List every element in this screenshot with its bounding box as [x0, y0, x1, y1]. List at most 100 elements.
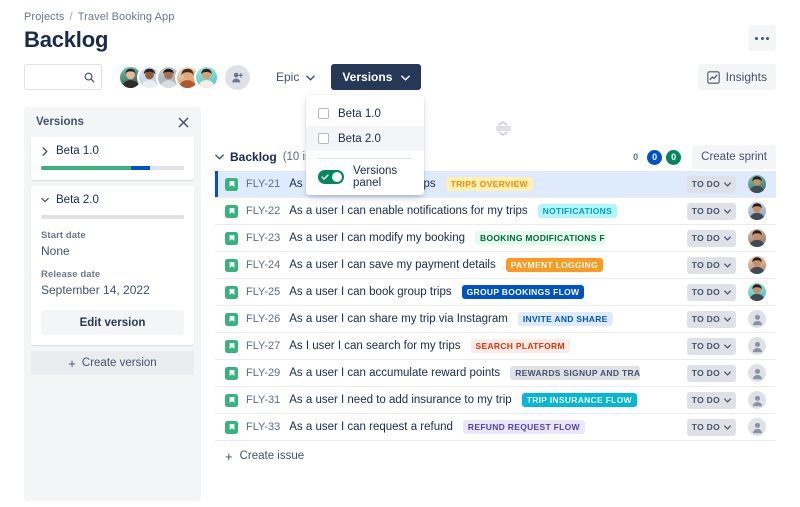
table-row[interactable]: FLY-24 As a user I can save my payment de…	[215, 252, 776, 279]
epic-tag[interactable]: TRIP INSURANCE FLOW	[521, 393, 637, 407]
create-sprint-button[interactable]: Create sprint	[692, 145, 776, 169]
epic-tag[interactable]: TRIPS OVERVIEW	[445, 177, 533, 191]
checkbox-icon[interactable]	[318, 133, 329, 144]
table-row[interactable]: FLY-29 As a user I can accumulate reward …	[215, 360, 776, 387]
avatar[interactable]	[748, 283, 766, 301]
table-row[interactable]: FLY-21As a user I can view my tripsTRIPS…	[215, 171, 776, 198]
status-dropdown[interactable]: TO DO	[686, 364, 736, 382]
avatar[interactable]	[748, 418, 766, 436]
chevron-right-icon[interactable]	[41, 146, 49, 156]
avatar[interactable]	[748, 175, 766, 193]
epic-tag[interactable]: NOTIFICATIONS	[537, 204, 618, 218]
chevron-down-icon[interactable]	[41, 197, 49, 203]
issue-key[interactable]: FLY-27	[246, 340, 280, 352]
chevron-down-icon	[724, 235, 731, 241]
person-plus-icon	[232, 72, 244, 82]
status-label: TO DO	[691, 233, 720, 243]
table-row[interactable]: FLY-31 As a user I need to add insurance …	[215, 387, 776, 414]
backlog-header-actions: 0 0 0 Create sprint	[624, 145, 776, 169]
status-dropdown[interactable]: TO DO	[686, 418, 736, 436]
status-dropdown[interactable]: TO DO	[686, 202, 736, 220]
breadcrumb-projects[interactable]: Projects	[24, 11, 65, 23]
avatar[interactable]	[748, 256, 766, 274]
table-row[interactable]: FLY-22 As a user I can enable notificatio…	[215, 198, 776, 225]
table-row[interactable]: FLY-23 As a user I can modify my booking B…	[215, 225, 776, 252]
status-label: TO DO	[691, 422, 720, 432]
table-row[interactable]: FLY-27 As I user I can search for my trip…	[215, 333, 776, 360]
epic-filter-button[interactable]: Epic	[268, 64, 323, 90]
chevron-down-icon	[724, 262, 731, 268]
issue-key[interactable]: FLY-24	[246, 259, 280, 271]
versions-dropdown-item-beta-2[interactable]: Beta 2.0	[306, 126, 424, 151]
menu-divider	[318, 158, 412, 159]
versions-panel-toggle-row[interactable]: Versions panel	[306, 165, 424, 189]
epic-tag[interactable]: SEARCH PLATFORM	[470, 339, 570, 353]
issue-summary: As a user I can save my payment details	[289, 259, 496, 271]
toggle-knob	[332, 172, 342, 182]
status-dropdown[interactable]: TO DO	[686, 283, 736, 301]
table-row[interactable]: FLY-25 As a user I can book group trips GR…	[215, 279, 776, 306]
epic-tag[interactable]: PAYMENT LOGGING	[505, 258, 603, 272]
avatar[interactable]	[748, 391, 766, 409]
version-card-beta-2[interactable]: Beta 2.0 Start date None Release date Se…	[31, 186, 194, 345]
versions-filter-button[interactable]: Versions	[331, 64, 422, 90]
avatar[interactable]	[748, 337, 766, 355]
row-actions: TO DO	[686, 337, 766, 355]
status-dropdown[interactable]: TO DO	[686, 229, 736, 247]
issue-key[interactable]: FLY-29	[246, 367, 280, 379]
avatar[interactable]	[194, 64, 219, 90]
breadcrumb-project[interactable]: Travel Booking App	[78, 11, 175, 23]
issue-key[interactable]: FLY-25	[246, 286, 280, 298]
more-dot-icon	[760, 36, 764, 40]
create-version-button[interactable]: + Create version	[31, 351, 194, 375]
issue-summary: As a user I can share my trip via Instag…	[289, 313, 508, 325]
epic-tag[interactable]: INVITE AND SHARE	[517, 312, 613, 326]
toggle-switch[interactable]	[318, 170, 344, 184]
avatar[interactable]	[748, 229, 766, 247]
story-type-icon	[225, 258, 238, 272]
row-actions: TO DO	[686, 202, 766, 220]
issue-key[interactable]: FLY-26	[246, 313, 280, 325]
table-row[interactable]: FLY-26 As a user I can share my trip via …	[215, 306, 776, 333]
story-type-icon	[225, 420, 238, 434]
version-card-header[interactable]: Beta 2.0	[41, 194, 184, 206]
close-icon[interactable]	[178, 117, 189, 128]
issue-key[interactable]: FLY-22	[246, 205, 280, 217]
avatar[interactable]	[748, 202, 766, 220]
epic-tag[interactable]: BOOKING MODIFICATIONS FLOW	[475, 231, 606, 245]
table-row[interactable]: FLY-33 As a user I can request a refund RE…	[215, 414, 776, 441]
status-dropdown[interactable]: TO DO	[686, 310, 736, 328]
add-people-button[interactable]	[225, 64, 250, 90]
insights-button[interactable]: Insights	[697, 64, 776, 90]
row-actions: TO DO	[686, 229, 766, 247]
issue-key[interactable]: FLY-21	[246, 178, 280, 190]
status-dropdown[interactable]: TO DO	[686, 175, 736, 193]
epic-tag[interactable]: GROUP BOOKINGS FLOW	[461, 285, 585, 299]
search-icon	[84, 72, 95, 83]
avatar[interactable]	[748, 364, 766, 382]
checkbox-icon[interactable]	[318, 108, 329, 119]
plus-icon: +	[225, 448, 233, 464]
status-dropdown[interactable]: TO DO	[686, 256, 736, 274]
status-dropdown[interactable]: TO DO	[686, 391, 736, 409]
epic-tag[interactable]: REWARDS SIGNUP AND TRACKI...	[510, 366, 641, 380]
epic-tag[interactable]: REFUND REQUEST FLOW	[462, 420, 585, 434]
version-card-header[interactable]: Beta 1.0	[41, 145, 184, 157]
issue-key[interactable]: FLY-23	[246, 232, 280, 244]
issue-key[interactable]: FLY-31	[246, 394, 280, 406]
versions-dropdown-item-beta-1[interactable]: Beta 1.0	[306, 101, 424, 126]
search-input[interactable]	[24, 64, 102, 90]
issue-summary: As a user I can modify my booking	[289, 232, 466, 244]
chevron-down-icon	[724, 397, 731, 403]
panel-resize-handle[interactable]	[493, 119, 513, 137]
status-dropdown[interactable]: TO DO	[686, 337, 736, 355]
avatar[interactable]	[748, 310, 766, 328]
create-issue-button[interactable]: + Create issue	[215, 443, 776, 469]
edit-version-button[interactable]: Edit version	[41, 310, 184, 335]
versions-panel-title: Versions	[36, 116, 84, 128]
issue-key[interactable]: FLY-33	[246, 421, 280, 433]
version-card-beta-1[interactable]: Beta 1.0	[31, 137, 194, 180]
more-actions-button[interactable]	[748, 25, 776, 51]
row-actions: TO DO	[686, 310, 766, 328]
chevron-down-icon[interactable]	[215, 154, 224, 160]
